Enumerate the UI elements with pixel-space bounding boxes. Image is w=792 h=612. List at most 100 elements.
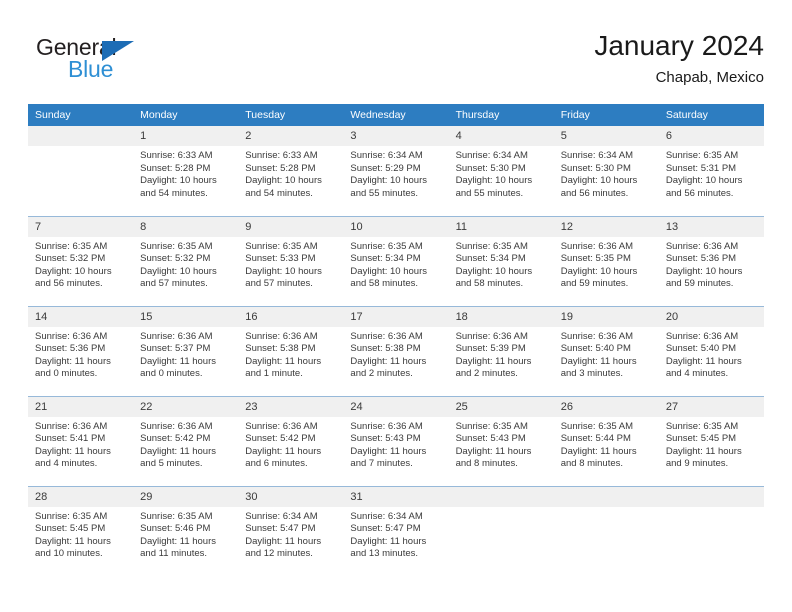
calendar-day-cell[interactable]: 20 Sunrise: 6:36 AM Sunset: 5:40 PM Dayligh… (658, 305, 764, 396)
sunset-text: Sunset: 5:43 PM (455, 433, 526, 445)
daylight-text-line2: and 54 minutes. (245, 187, 313, 199)
day-number: 29 (133, 486, 239, 507)
weekday-header-sunday: Sunday (28, 104, 134, 126)
daylight-text-line2: and 3 minutes. (560, 368, 624, 380)
daylight-text-line2: and 58 minutes. (455, 278, 524, 290)
calendar-day-cell[interactable]: 22 Sunrise: 6:36 AM Sunset: 5:42 PM Dayligh… (133, 395, 239, 486)
day-sun-info: Sunrise: 6:35 AM Sunset: 5:34 PM Daylight:… (343, 237, 448, 291)
sunset-text: Sunset: 5:36 PM (665, 253, 737, 265)
daylight-text-line1: Daylight: 10 hours (560, 175, 638, 187)
daylight-text-line2: and 56 minutes. (560, 187, 629, 199)
day-number: 6 (658, 126, 764, 146)
day-sun-info: Sunrise: 6:35 AM Sunset: 5:32 PM Daylight:… (28, 237, 133, 291)
day-sun-info: Sunrise: 6:35 AM Sunset: 5:33 PM Daylight:… (238, 237, 343, 291)
sunset-text: Sunset: 5:36 PM (35, 343, 106, 355)
day-sun-info: Sunrise: 6:36 AM Sunset: 5:43 PM Daylight:… (343, 417, 448, 471)
calendar-day-cell[interactable]: 4 Sunrise: 6:34 AM Sunset: 5:30 PM Daylight… (448, 126, 554, 216)
daylight-text-line2: and 54 minutes. (140, 187, 208, 199)
daylight-text-line2: and 10 minutes. (35, 548, 103, 560)
day-sun-info: Sunrise: 6:36 AM Sunset: 5:37 PM Daylight:… (133, 327, 238, 381)
sunrise-text: Sunrise: 6:35 AM (35, 240, 108, 252)
sunset-text: Sunset: 5:45 PM (665, 433, 737, 445)
calendar-day-cell[interactable]: 1 Sunrise: 6:33 AM Sunset: 5:28 PM Daylight… (133, 126, 239, 216)
calendar-day-cell[interactable]: 14 Sunrise: 6:36 AM Sunset: 5:36 PM Dayligh… (28, 305, 134, 396)
calendar-day-cell[interactable]: 23 Sunrise: 6:36 AM Sunset: 5:42 PM Dayligh… (238, 395, 344, 486)
sunrise-text: Sunrise: 6:36 AM (665, 330, 739, 342)
calendar-day-cell[interactable]: 10 Sunrise: 6:35 AM Sunset: 5:34 PM Dayligh… (343, 215, 449, 306)
daylight-text-line2: and 59 minutes. (560, 278, 629, 290)
calendar-day-cell[interactable]: 16 Sunrise: 6:36 AM Sunset: 5:38 PM Dayligh… (238, 305, 344, 396)
sunrise-text: Sunrise: 6:36 AM (455, 330, 528, 342)
calendar-day-cell[interactable]: 27 Sunrise: 6:35 AM Sunset: 5:45 PM Dayligh… (658, 395, 764, 486)
sunset-text: Sunset: 5:40 PM (560, 343, 631, 355)
calendar-day-cell[interactable]: 3 Sunrise: 6:34 AM Sunset: 5:29 PM Daylight… (343, 126, 449, 216)
calendar-page: General Blue January 2024 Chapab, Mexico… (0, 0, 792, 612)
day-number: 14 (28, 306, 134, 327)
calendar-day-cell[interactable]: 31 Sunrise: 6:34 AM Sunset: 5:47 PM Dayligh… (343, 485, 449, 576)
calendar-day-cell[interactable]: 18 Sunrise: 6:36 AM Sunset: 5:39 PM Dayligh… (448, 305, 554, 396)
calendar-day-cell[interactable]: 21 Sunrise: 6:36 AM Sunset: 5:41 PM Dayligh… (28, 395, 134, 486)
daylight-text-line1: Daylight: 10 hours (35, 265, 112, 277)
calendar-day-cell[interactable]: 26 Sunrise: 6:35 AM Sunset: 5:44 PM Dayligh… (553, 395, 659, 486)
sunset-text: Sunset: 5:42 PM (245, 433, 316, 445)
calendar-day-cell[interactable]: 25 Sunrise: 6:35 AM Sunset: 5:43 PM Dayligh… (448, 395, 554, 486)
day-number (448, 486, 554, 507)
calendar-week-row: 21 Sunrise: 6:36 AM Sunset: 5:41 PM Dayligh… (28, 395, 764, 486)
sunrise-text: Sunrise: 6:36 AM (665, 240, 739, 252)
sunrise-text: Sunrise: 6:35 AM (35, 510, 108, 522)
sunset-text: Sunset: 5:42 PM (140, 433, 211, 445)
calendar-day-cell[interactable]: 5 Sunrise: 6:34 AM Sunset: 5:30 PM Daylight… (553, 126, 659, 216)
weekday-header-wednesday: Wednesday (343, 104, 449, 126)
calendar-day-cell[interactable]: 12 Sunrise: 6:36 AM Sunset: 5:35 PM Dayligh… (553, 215, 659, 306)
daylight-text-line2: and 55 minutes. (455, 187, 524, 199)
daylight-text-line2: and 2 minutes. (455, 368, 518, 380)
sunset-text: Sunset: 5:47 PM (245, 523, 316, 535)
daylight-text-line1: Daylight: 11 hours (665, 445, 742, 457)
daylight-text-line2: and 4 minutes. (665, 368, 729, 380)
sunrise-text: Sunrise: 6:34 AM (350, 150, 423, 161)
weekday-header-tuesday: Tuesday (238, 104, 344, 126)
sunset-text: Sunset: 5:41 PM (35, 433, 106, 445)
daylight-text-line2: and 6 minutes. (245, 458, 308, 470)
calendar-day-cell[interactable]: 17 Sunrise: 6:36 AM Sunset: 5:38 PM Dayligh… (343, 305, 449, 396)
sunset-text: Sunset: 5:45 PM (35, 523, 106, 535)
day-sun-info: Sunrise: 6:33 AM Sunset: 5:28 PM Daylight:… (133, 146, 238, 200)
daylight-text-line2: and 58 minutes. (350, 278, 419, 290)
daylight-text-line2: and 56 minutes. (665, 187, 734, 199)
weekday-header-monday: Monday (133, 104, 239, 126)
calendar-day-cell[interactable]: 11 Sunrise: 6:35 AM Sunset: 5:34 PM Dayligh… (448, 215, 554, 306)
daylight-text-line1: Daylight: 11 hours (140, 355, 217, 367)
sunrise-text: Sunrise: 6:34 AM (350, 510, 423, 522)
calendar-empty-cell (28, 126, 134, 216)
calendar-day-cell[interactable]: 9 Sunrise: 6:35 AM Sunset: 5:33 PM Daylight… (238, 215, 344, 306)
general-blue-logo[interactable]: General Blue (36, 36, 156, 92)
day-sun-info: Sunrise: 6:35 AM Sunset: 5:31 PM Daylight:… (659, 146, 764, 200)
daylight-text-line2: and 5 minutes. (140, 458, 203, 470)
calendar-day-cell[interactable]: 15 Sunrise: 6:36 AM Sunset: 5:37 PM Dayligh… (133, 305, 239, 396)
calendar-day-cell[interactable]: 28 Sunrise: 6:35 AM Sunset: 5:45 PM Dayligh… (28, 485, 134, 576)
calendar-day-cell[interactable]: 8 Sunrise: 6:35 AM Sunset: 5:32 PM Daylight… (133, 215, 239, 306)
calendar-day-cell[interactable]: 13 Sunrise: 6:36 AM Sunset: 5:36 PM Dayligh… (658, 215, 764, 306)
calendar-day-cell[interactable]: 30 Sunrise: 6:34 AM Sunset: 5:47 PM Dayligh… (238, 485, 344, 576)
day-number: 2 (238, 126, 344, 146)
calendar-day-cell[interactable]: 29 Sunrise: 6:35 AM Sunset: 5:46 PM Dayligh… (133, 485, 239, 576)
daylight-text-line1: Daylight: 11 hours (140, 445, 217, 457)
daylight-text-line2: and 59 minutes. (665, 278, 734, 290)
sunrise-text: Sunrise: 6:35 AM (455, 240, 528, 252)
calendar-day-cell[interactable]: 19 Sunrise: 6:36 AM Sunset: 5:40 PM Dayligh… (553, 305, 659, 396)
day-sun-info: Sunrise: 6:36 AM Sunset: 5:36 PM Daylight:… (28, 327, 133, 381)
calendar-day-cell[interactable]: 7 Sunrise: 6:35 AM Sunset: 5:32 PM Daylight… (28, 215, 134, 306)
calendar-day-cell[interactable]: 2 Sunrise: 6:33 AM Sunset: 5:28 PM Daylight… (238, 126, 344, 216)
daylight-text-line1: Daylight: 10 hours (455, 265, 533, 277)
daylight-text-line1: Daylight: 11 hours (665, 355, 742, 367)
day-number: 27 (658, 396, 764, 417)
day-number: 18 (448, 306, 554, 327)
daylight-text-line1: Daylight: 11 hours (455, 445, 532, 457)
title-block: January 2024 Chapab, Mexico (594, 28, 764, 89)
day-number: 11 (448, 216, 554, 237)
sunrise-text: Sunrise: 6:35 AM (140, 240, 213, 252)
sunrise-text: Sunrise: 6:35 AM (455, 420, 528, 432)
weekday-header-thursday: Thursday (448, 104, 554, 126)
calendar-day-cell[interactable]: 6 Sunrise: 6:35 AM Sunset: 5:31 PM Daylight… (658, 126, 764, 216)
calendar-day-cell[interactable]: 24 Sunrise: 6:36 AM Sunset: 5:43 PM Dayligh… (343, 395, 449, 486)
